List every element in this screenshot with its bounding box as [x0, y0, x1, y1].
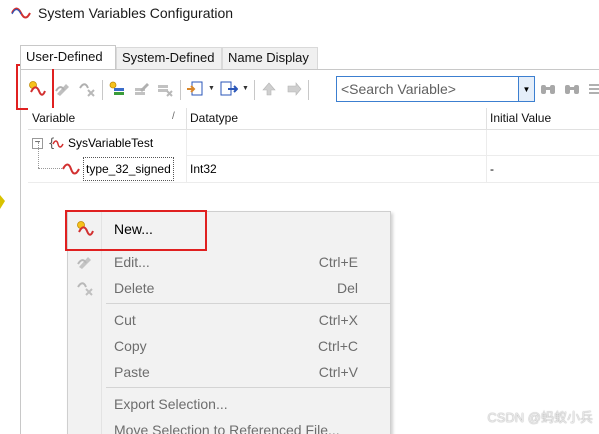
toolbar-separator: [102, 80, 103, 100]
tab-user-defined[interactable]: User-Defined: [20, 45, 116, 69]
options-icon: [589, 84, 599, 94]
export-icon: [220, 81, 238, 96]
grid-header: Variable / Datatype Initial Value: [28, 108, 599, 130]
menu-item-delete[interactable]: Delete Del: [68, 275, 390, 301]
edit-variable-button[interactable]: [52, 78, 74, 100]
delete-namespace-button[interactable]: [154, 78, 176, 100]
delete-variable-button[interactable]: [76, 78, 98, 100]
menu-item-shortcut: Del: [336, 280, 358, 296]
column-header-datatype[interactable]: Datatype: [186, 108, 486, 130]
import-icon: [187, 81, 203, 96]
chevron-down-icon[interactable]: ▼: [518, 77, 534, 101]
watermark: CSDN @蚂蚁小兵: [487, 410, 593, 425]
menu-item-export-selection[interactable]: Export Selection...: [68, 391, 390, 417]
namespace-icon: {: [48, 136, 64, 150]
window-title: System Variables Configuration: [38, 5, 234, 21]
menu-item-label: Move Selection to Referenced File...: [114, 422, 340, 434]
menu-item-paste[interactable]: Paste Ctrl+V: [68, 359, 390, 385]
find-next-icon: [565, 85, 579, 94]
title-bar: System Variables Configuration: [0, 0, 599, 30]
menu-item-edit[interactable]: Edit... Ctrl+E: [68, 249, 390, 275]
edge-artifact-icon: [0, 195, 5, 209]
variable-icon: [62, 163, 80, 175]
menu-item-move-selection[interactable]: Move Selection to Referenced File...: [68, 417, 390, 434]
move-down-icon: [287, 82, 302, 96]
variable-name[interactable]: type_32_signed: [83, 157, 174, 181]
menu-separator: [106, 387, 390, 388]
toolbar: ▼ ▼ <Search Variable> ▼: [22, 72, 599, 108]
find-icon: [541, 85, 555, 94]
import-dropdown-arrow[interactable]: ▼: [208, 78, 216, 100]
toolbar-separator: [308, 80, 309, 100]
variable-initial-value: -: [490, 162, 494, 176]
menu-item-label: Paste: [114, 364, 150, 380]
menu-item-shortcut: Ctrl+V: [318, 364, 358, 380]
delete-variable-icon: [79, 83, 95, 97]
annotation-highlight-toolbar-new: [16, 64, 54, 110]
column-header-variable[interactable]: Variable: [28, 108, 186, 130]
delete-variable-icon: [77, 282, 93, 296]
tab-system-defined[interactable]: System-Defined: [116, 47, 222, 69]
menu-item-label: Delete: [114, 280, 155, 296]
toolbar-separator: [180, 80, 181, 100]
export-dropdown-arrow[interactable]: ▼: [242, 78, 250, 100]
menu-item-shortcut: Ctrl+C: [317, 338, 358, 354]
menu-item-shortcut: Ctrl+X: [318, 312, 358, 328]
search-input[interactable]: <Search Variable>: [341, 81, 456, 97]
tab-name-display[interactable]: Name Display: [222, 47, 318, 69]
edit-namespace-icon: [135, 83, 149, 95]
delete-namespace-icon: [158, 85, 173, 97]
menu-item-copy[interactable]: Copy Ctrl+C: [68, 333, 390, 359]
menu-item-label: Edit...: [114, 254, 150, 270]
menu-separator: [106, 303, 390, 304]
column-header-initial-value[interactable]: Initial Value: [486, 108, 599, 130]
toolbar-separator: [254, 80, 255, 100]
import-button[interactable]: [184, 78, 206, 100]
new-namespace-button[interactable]: [106, 78, 128, 100]
options-button[interactable]: [585, 78, 599, 100]
edit-namespace-button[interactable]: [130, 78, 152, 100]
row-divider: [28, 182, 599, 183]
find-next-button[interactable]: [561, 78, 583, 100]
export-button[interactable]: [218, 78, 240, 100]
menu-item-shortcut: Ctrl+E: [318, 254, 358, 270]
menu-item-label: Copy: [114, 338, 147, 354]
system-variable-icon: [11, 7, 31, 19]
move-up-icon: [262, 82, 276, 96]
move-up-button[interactable]: [258, 78, 280, 100]
sort-indicator-icon: /: [172, 111, 175, 122]
search-variable-combobox[interactable]: <Search Variable> ▼: [336, 76, 535, 102]
menu-item-label: Cut: [114, 312, 136, 328]
edit-variable-icon: [77, 257, 91, 269]
new-namespace-icon: [109, 81, 124, 95]
namespace-name: SysVariableTest: [68, 136, 154, 150]
tree-row-namespace[interactable]: − { SysVariableTest: [28, 130, 599, 156]
app-window: System Variables Configuration User-Defi…: [0, 0, 599, 434]
variable-datatype: Int32: [190, 162, 217, 176]
edit-variable-icon: [55, 84, 69, 96]
find-button[interactable]: [537, 78, 559, 100]
tree-row-variable[interactable]: type_32_signed Int32 -: [28, 156, 599, 182]
menu-item-label: Export Selection...: [114, 396, 228, 412]
annotation-highlight-menu-new: [65, 210, 207, 251]
move-down-button[interactable]: [282, 78, 304, 100]
menu-item-cut[interactable]: Cut Ctrl+X: [68, 307, 390, 333]
